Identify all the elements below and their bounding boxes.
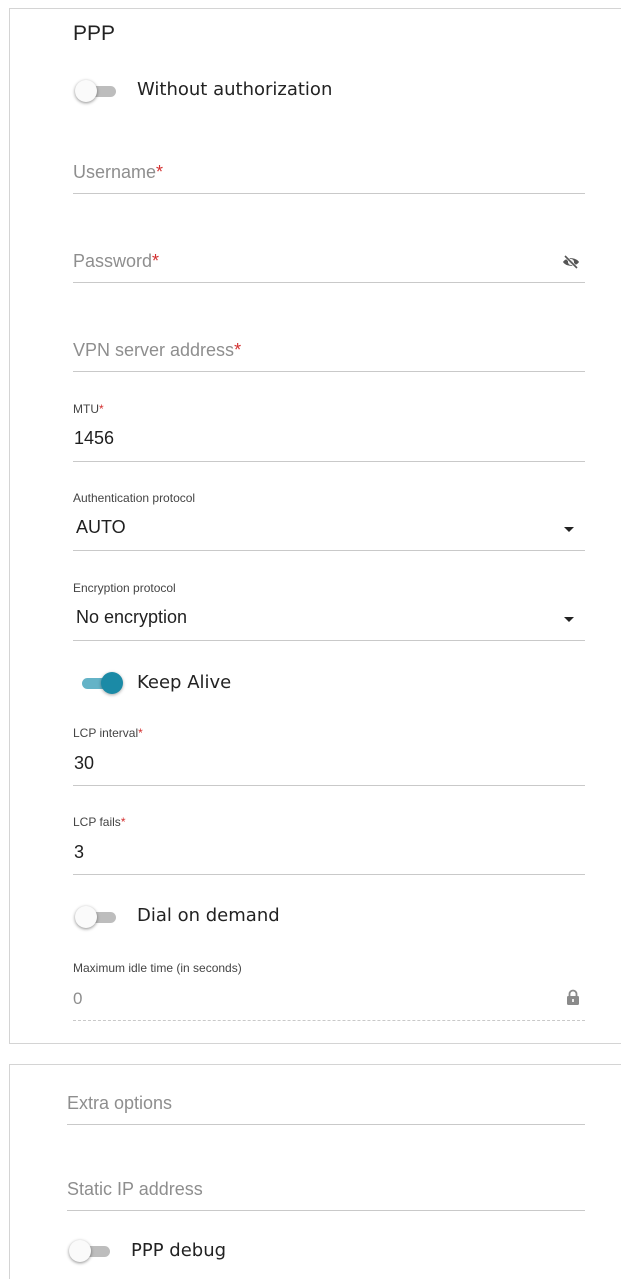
encryption-protocol-label: Encryption protocol: [73, 581, 176, 595]
toggle-knob: [75, 906, 97, 928]
static-ip-address-placeholder: Static IP address: [67, 1179, 203, 1199]
vpn-server-address-field[interactable]: VPN server address*: [73, 328, 585, 372]
lcp-fails-label: LCP fails*: [73, 815, 126, 829]
ppp-debug-toggle[interactable]: [66, 1240, 112, 1262]
dial-on-demand-toggle[interactable]: [72, 906, 118, 928]
extra-options-field[interactable]: Extra options: [67, 1083, 585, 1125]
username-placeholder: Username*: [73, 162, 164, 182]
encryption-protocol-select[interactable]: No encryption: [73, 597, 585, 641]
static-ip-address-field[interactable]: Static IP address: [67, 1169, 585, 1211]
lcp-interval-field[interactable]: 30: [73, 742, 585, 786]
section-title-ppp: PPP: [73, 22, 116, 45]
extra-options-placeholder: Extra options: [67, 1093, 173, 1113]
toggle-knob: [75, 80, 97, 102]
without-authorization-toggle[interactable]: [72, 80, 118, 102]
maximum-idle-time-value: 0: [73, 989, 83, 1008]
password-field[interactable]: Password*: [73, 239, 585, 283]
maximum-idle-time-label: Maximum idle time (in seconds): [73, 961, 242, 975]
mtu-field[interactable]: 1456: [73, 418, 585, 462]
eye-off-icon[interactable]: [562, 254, 580, 270]
password-placeholder: Password*: [73, 251, 160, 271]
encryption-protocol-value: No encryption: [76, 607, 188, 627]
authentication-protocol-select[interactable]: AUTO: [73, 507, 585, 551]
authentication-protocol-value: AUTO: [76, 517, 126, 537]
authentication-protocol-label: Authentication protocol: [73, 491, 196, 505]
username-field[interactable]: Username*: [73, 150, 585, 194]
keep-alive-label: Keep Alive: [137, 672, 232, 693]
chevron-down-icon: [564, 527, 574, 532]
keep-alive-toggle[interactable]: [76, 672, 123, 694]
dial-on-demand-label: Dial on demand: [137, 905, 280, 926]
lcp-interval-value: 30: [74, 753, 95, 773]
lcp-interval-label: LCP interval*: [73, 726, 143, 740]
mtu-label: MTU*: [73, 402, 104, 416]
maximum-idle-time-field: 0: [73, 977, 585, 1021]
toggle-knob: [101, 672, 123, 694]
toggle-knob: [69, 1240, 91, 1262]
vpn-server-address-placeholder: VPN server address*: [73, 340, 242, 360]
lock-icon: [567, 989, 579, 1005]
without-authorization-label: Without authorization: [137, 79, 333, 100]
lcp-fails-value: 3: [74, 842, 85, 862]
chevron-down-icon: [564, 617, 574, 622]
lcp-fails-field[interactable]: 3: [73, 831, 585, 875]
ppp-debug-label: PPP debug: [131, 1240, 227, 1261]
mtu-value: 1456: [74, 428, 115, 448]
